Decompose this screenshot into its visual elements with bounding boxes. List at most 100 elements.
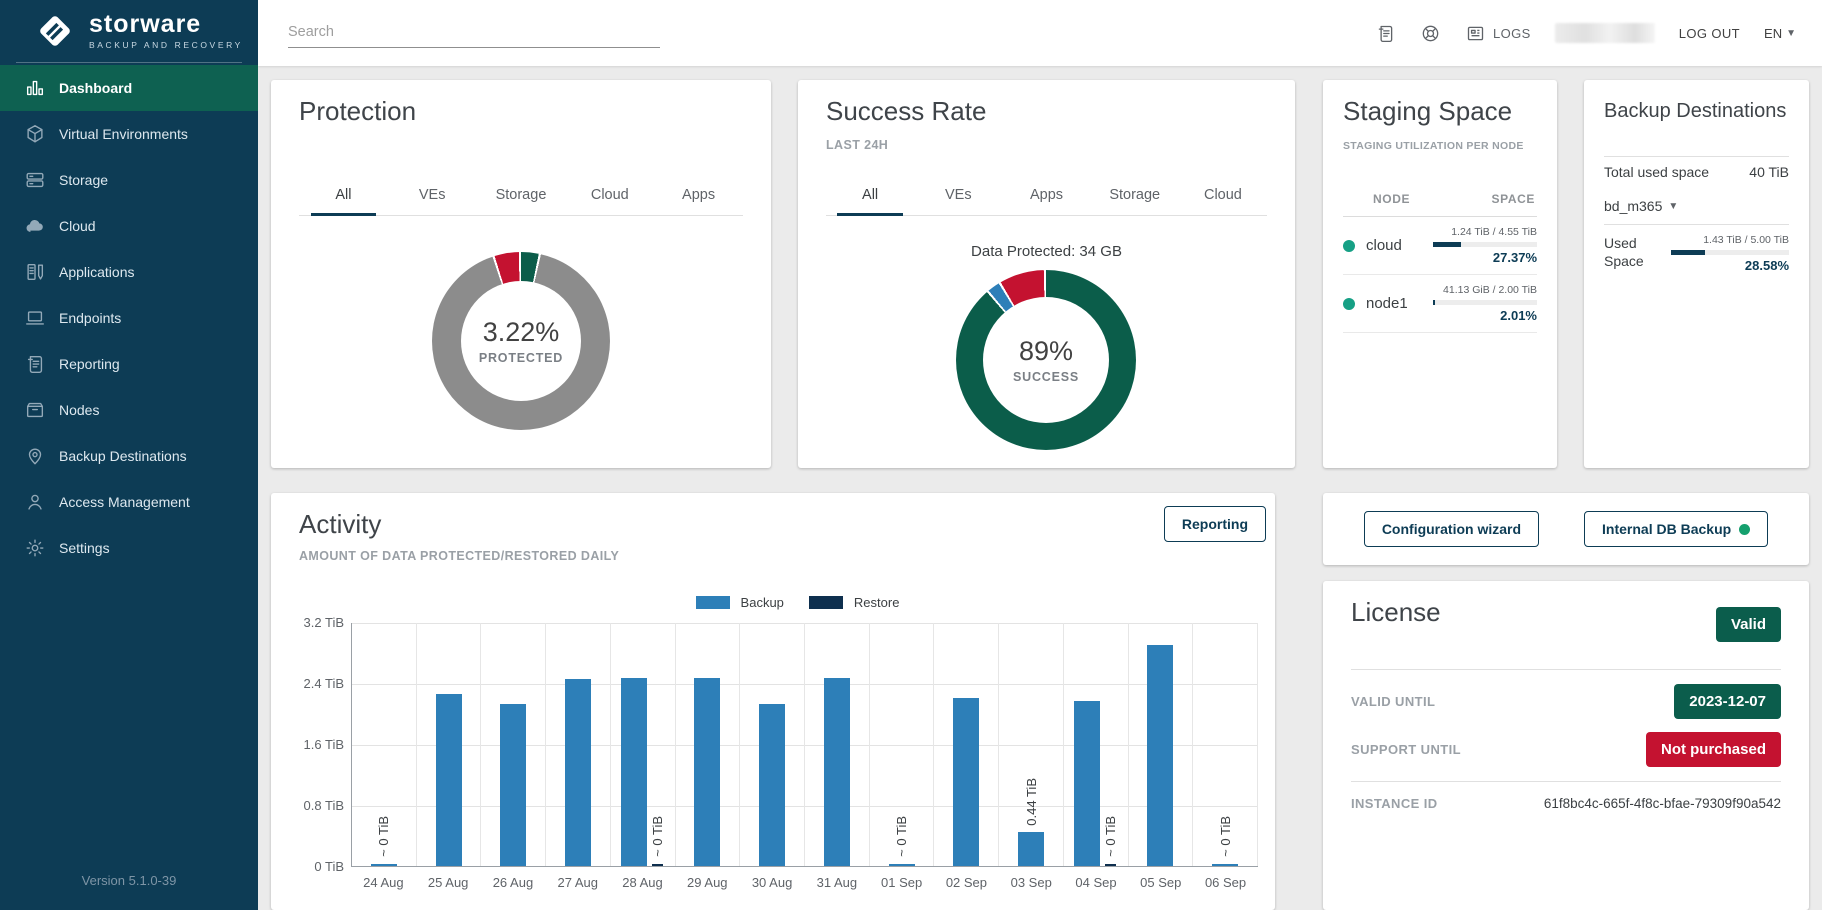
bar-wrap bbox=[1074, 623, 1100, 866]
language-dropdown[interactable]: EN ▼ bbox=[1764, 26, 1796, 41]
staging-row-cloud[interactable]: cloud1.24 TiB / 4.55 TiB27.37% bbox=[1343, 217, 1537, 275]
bar-value-label: ~ 0 TiB bbox=[1103, 816, 1118, 857]
success-tab-ves[interactable]: VEs bbox=[914, 178, 1002, 215]
bar-value-label: 0.44 TiB bbox=[1024, 778, 1039, 826]
sidebar-item-virtual-environments[interactable]: Virtual Environments bbox=[0, 111, 258, 157]
total-used-space-value: 40 TiB bbox=[1749, 164, 1789, 180]
activity-title: Activity bbox=[299, 509, 381, 540]
backup-bar[interactable] bbox=[889, 864, 915, 866]
usage-bar-track bbox=[1433, 300, 1537, 305]
backup-destinations-card: Backup Destinations Total used space 40 … bbox=[1584, 80, 1809, 468]
node-name: node1 bbox=[1366, 295, 1433, 312]
x-axis-label: 05 Sep bbox=[1128, 875, 1193, 890]
sidebar-item-nodes[interactable]: Nodes bbox=[0, 387, 258, 433]
backup-bar[interactable] bbox=[1074, 701, 1100, 866]
app-version: Version 5.1.0-39 bbox=[0, 873, 258, 888]
legend-label: Restore bbox=[854, 595, 900, 610]
backup-bar[interactable] bbox=[694, 678, 720, 866]
license-row-support-until: SUPPORT UNTILNot purchased bbox=[1351, 725, 1781, 773]
protection-tab-cloud[interactable]: Cloud bbox=[565, 178, 654, 215]
staging-table: NODE SPACE cloud1.24 TiB / 4.55 TiB27.37… bbox=[1343, 192, 1537, 333]
staging-col-space: SPACE bbox=[1492, 192, 1535, 206]
license-rows: VALID UNTIL2023-12-07SUPPORT UNTILNot pu… bbox=[1351, 677, 1781, 825]
storage-icon bbox=[24, 169, 46, 191]
x-axis-label: 29 Aug bbox=[675, 875, 740, 890]
sidebar-item-reporting[interactable]: Reporting bbox=[0, 341, 258, 387]
logs-button[interactable]: LOGS bbox=[1465, 23, 1531, 44]
bar-group-30-aug bbox=[740, 623, 805, 866]
destination-dropdown[interactable]: bd_m365 ▼ bbox=[1604, 198, 1678, 214]
staging-subtitle: STAGING UTILIZATION PER NODE bbox=[1343, 140, 1524, 152]
node-usage: 1.24 TiB / 4.55 TiB27.37% bbox=[1433, 226, 1537, 265]
quick-actions-card: Configuration wizard Internal DB Backup bbox=[1323, 493, 1809, 565]
x-axis-label: 31 Aug bbox=[804, 875, 869, 890]
configuration-wizard-button[interactable]: Configuration wizard bbox=[1364, 511, 1539, 547]
internal-db-backup-button[interactable]: Internal DB Backup bbox=[1584, 511, 1768, 547]
search-input[interactable] bbox=[288, 16, 660, 48]
bar-wrap bbox=[953, 623, 979, 866]
user-name-redacted bbox=[1555, 23, 1655, 43]
success-tab-apps[interactable]: Apps bbox=[1002, 178, 1090, 215]
protection-tab-all[interactable]: All bbox=[299, 178, 388, 215]
restore-bar[interactable] bbox=[652, 864, 663, 866]
x-axis-label: 01 Sep bbox=[869, 875, 934, 890]
help-icon[interactable] bbox=[1420, 23, 1441, 44]
sidebar-item-label: Reporting bbox=[59, 356, 120, 372]
backup-bar[interactable] bbox=[953, 698, 979, 866]
x-axis-label: 04 Sep bbox=[1064, 875, 1129, 890]
protection-tab-ves[interactable]: VEs bbox=[388, 178, 477, 215]
sidebar-item-cloud[interactable]: Cloud bbox=[0, 203, 258, 249]
sidebar-item-access-management[interactable]: Access Management bbox=[0, 479, 258, 525]
restore-bar[interactable] bbox=[1105, 864, 1116, 866]
success-donut-center: 89% SUCCESS bbox=[983, 297, 1109, 423]
backup-bar[interactable] bbox=[371, 864, 397, 866]
protection-card: Protection AllVEsStorageCloudApps 3.22% … bbox=[271, 80, 771, 468]
app-root: storware BACKUP AND RECOVERY Dashboard Vi… bbox=[0, 0, 1822, 910]
bar-group-25-aug bbox=[417, 623, 482, 866]
y-axis-tick-label: 3.2 TiB bbox=[274, 615, 344, 630]
sidebar-item-dashboard[interactable]: Dashboard bbox=[0, 65, 258, 111]
backup-bar[interactable] bbox=[1018, 832, 1044, 866]
brand-logo[interactable]: storware BACKUP AND RECOVERY bbox=[0, 0, 258, 62]
protection-tab-storage[interactable]: Storage bbox=[477, 178, 566, 215]
backup-bar[interactable] bbox=[436, 694, 462, 866]
backup-bar[interactable] bbox=[759, 704, 785, 866]
logout-button[interactable]: LOG OUT bbox=[1679, 26, 1740, 41]
usage-bar-fill bbox=[1671, 250, 1705, 255]
bar-wrap bbox=[694, 623, 720, 866]
backup-bar[interactable] bbox=[1212, 864, 1238, 866]
sidebar-item-endpoints[interactable]: Endpoints bbox=[0, 295, 258, 341]
backup-bar[interactable] bbox=[1147, 645, 1173, 866]
sidebar-item-backup-destinations[interactable]: Backup Destinations bbox=[0, 433, 258, 479]
protection-caption: PROTECTED bbox=[479, 351, 563, 365]
bar-group-28-aug: ~ 0 TiB bbox=[611, 623, 676, 866]
bar-wrap: ~ 0 TiB bbox=[1212, 623, 1238, 866]
divider bbox=[1604, 156, 1789, 157]
backup-bar[interactable] bbox=[621, 678, 647, 866]
sidebar-item-applications[interactable]: Applications bbox=[0, 249, 258, 295]
sidebar-item-storage[interactable]: Storage bbox=[0, 157, 258, 203]
success-caption: SUCCESS bbox=[1013, 370, 1079, 384]
bar-wrap: 0.44 TiB bbox=[1018, 623, 1044, 866]
audit-log-icon[interactable] bbox=[1375, 23, 1396, 44]
applications-icon bbox=[24, 261, 46, 283]
bar-wrap bbox=[436, 623, 462, 866]
reporting-button[interactable]: Reporting bbox=[1164, 506, 1266, 542]
success-tab-storage[interactable]: Storage bbox=[1091, 178, 1179, 215]
usage-percent: 2.01% bbox=[1433, 308, 1537, 323]
staging-row-node1[interactable]: node141.13 GiB / 2.00 TiB2.01% bbox=[1343, 275, 1537, 333]
success-tab-all[interactable]: All bbox=[826, 178, 914, 215]
backup-bar[interactable] bbox=[565, 679, 591, 866]
sidebar-item-label: Virtual Environments bbox=[59, 126, 188, 142]
license-row-label: INSTANCE ID bbox=[1351, 796, 1438, 811]
backup-bar[interactable] bbox=[500, 704, 526, 866]
language-label: EN bbox=[1764, 26, 1782, 41]
sidebar-item-label: Storage bbox=[59, 172, 108, 188]
sidebar-item-settings[interactable]: Settings bbox=[0, 525, 258, 571]
success-tab-cloud[interactable]: Cloud bbox=[1179, 178, 1267, 215]
backup-bar[interactable] bbox=[824, 678, 850, 866]
x-axis-label: 25 Aug bbox=[416, 875, 481, 890]
protection-tab-apps[interactable]: Apps bbox=[654, 178, 743, 215]
y-axis-tick-label: 2.4 TiB bbox=[274, 676, 344, 691]
divider bbox=[1351, 669, 1781, 670]
